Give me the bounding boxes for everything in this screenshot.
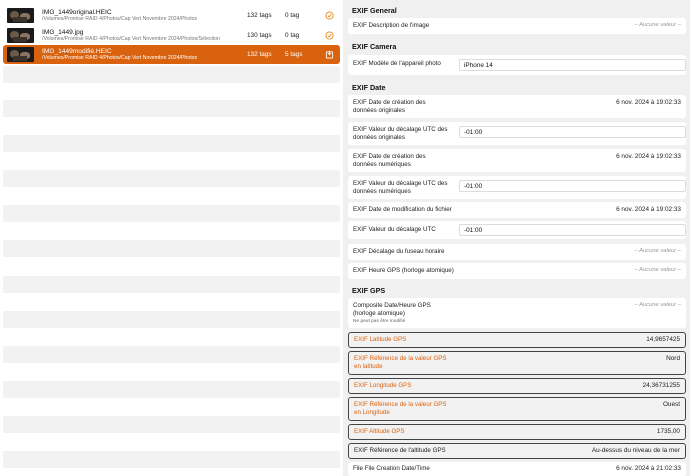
exif-editor-pane: EXIF General EXIF Description de l'image…	[343, 0, 690, 476]
field-label: EXIF Date de modification du fichier	[353, 206, 452, 213]
field-gps-latitude-ref[interactable]: EXIF Référence de la valeur GPS en latit…	[348, 351, 686, 375]
field-gps-longitude[interactable]: EXIF Longitude GPS 24,36731255	[348, 378, 686, 394]
empty-row	[3, 170, 340, 187]
empty-row	[3, 346, 340, 363]
empty-value: – Aucune valeur –	[634, 267, 681, 273]
empty-value: – Aucune valeur –	[634, 302, 681, 308]
file-path: /Volumes/Promise RAID 4/Photos/Cap Vert …	[42, 15, 198, 22]
field-gps-latitude[interactable]: EXIF Latitude GPS 14,9657425	[348, 332, 686, 348]
empty-value: – Aucune valeur –	[634, 22, 681, 28]
empty-row	[3, 381, 340, 398]
field-camera-model[interactable]: EXIF Modèle de l'appareil photo iPhone 1…	[348, 55, 686, 75]
empty-row	[3, 416, 340, 433]
file-name: IMG_1449modifié.HEIC	[42, 47, 112, 55]
field-label: EXIF Heure GPS (horloge atomique)	[353, 267, 454, 274]
photo-thumbnail	[7, 8, 34, 23]
field-value: 24,36731255	[642, 382, 680, 389]
field-label: EXIF Valeur du décalage UTC des données …	[353, 180, 448, 195]
utc-offset-input[interactable]: -01:00	[459, 224, 686, 236]
field-label: EXIF Date de création des données origin…	[353, 99, 426, 114]
field-label: EXIF Valeur du décalage UTC	[353, 226, 436, 233]
save-icon[interactable]	[323, 49, 335, 61]
photo-thumbnail	[7, 28, 34, 43]
field-gps-altitude-ref[interactable]: EXIF Référence de l'altitude GPS Au-dess…	[348, 443, 686, 459]
check-circle-icon	[323, 10, 335, 22]
field-gps-altitude[interactable]: EXIF Altitude GPS 1735,00	[348, 424, 686, 440]
empty-row	[3, 66, 340, 83]
field-value: 14,9657425	[646, 336, 680, 343]
tag-count: 130 tags	[247, 32, 272, 39]
file-name: IMG_1449original.HEIC	[42, 8, 112, 16]
empty-row	[3, 451, 340, 468]
section-title-general: EXIF General	[352, 6, 397, 15]
field-utc-offset[interactable]: EXIF Valeur du décalage UTC -01:00	[348, 221, 686, 239]
field-label: EXIF Modèle de l'appareil photo	[353, 60, 441, 67]
file-row-1[interactable]: IMG_1449original.HEIC /Volumes/Promise R…	[3, 6, 340, 25]
field-label: EXIF Latitude GPS	[354, 336, 407, 343]
field-label: EXIF Valeur du décalage UTC des données …	[353, 126, 448, 141]
empty-row	[3, 100, 340, 117]
tag-count: 132 tags	[247, 51, 272, 58]
section-title-gps: EXIF GPS	[352, 286, 386, 295]
field-label: EXIF Décalage du fuseau horaire	[353, 248, 445, 255]
field-label: EXIF Référence de l'altitude GPS	[354, 447, 446, 454]
empty-row	[3, 135, 340, 152]
tag-count: 132 tags	[247, 12, 272, 19]
field-label: EXIF Référence de la valeur GPS en latit…	[354, 355, 447, 370]
field-label: EXIF Référence de la valeur GPS en Longi…	[354, 401, 447, 416]
field-file-modified-date[interactable]: EXIF Date de modification du fichier 6 n…	[348, 202, 686, 218]
field-value: 6 nov. 2024 à 21:02:33	[616, 465, 681, 472]
field-label: File File Creation Date/Time	[353, 465, 430, 472]
file-name: IMG_1449.jpg	[42, 28, 84, 36]
field-value: Ouest	[662, 401, 680, 408]
field-date-original[interactable]: EXIF Date de création des données origin…	[348, 95, 686, 118]
file-path: /Volumes/Promise RAID 4/Photos/Cap Vert …	[42, 54, 198, 61]
empty-value: – Aucune valeur –	[634, 248, 681, 254]
field-composite-gps-datetime: Composite Date/Heure GPS (horloge atomiq…	[348, 298, 686, 328]
file-path: /Volumes/Promise RAID 4/Photos/Cap Vert …	[42, 35, 220, 42]
field-value: Nord	[666, 355, 680, 362]
section-title-camera: EXIF Camera	[352, 42, 397, 51]
field-date-digitized[interactable]: EXIF Date de création des données numéri…	[348, 149, 686, 172]
camera-model-input[interactable]: iPhone 14	[459, 59, 686, 71]
read-only-note: Ne peut pas être modifié	[353, 319, 406, 324]
field-utc-offset-digitized[interactable]: EXIF Valeur du décalage UTC des données …	[348, 176, 686, 199]
field-description[interactable]: EXIF Description de l'image – Aucune val…	[348, 18, 686, 34]
check-circle-icon	[323, 30, 335, 42]
field-gps-time[interactable]: EXIF Heure GPS (horloge atomique) – Aucu…	[348, 263, 686, 279]
field-timezone-offset[interactable]: EXIF Décalage du fuseau horaire – Aucune…	[348, 244, 686, 260]
photo-thumbnail	[7, 47, 34, 62]
empty-row	[3, 311, 340, 328]
field-value: 6 nov. 2024 à 19:02:33	[616, 206, 681, 213]
field-value: Au-dessus du niveau de la mer	[591, 447, 680, 454]
modified-tag-count: 5 tags	[285, 51, 303, 58]
utc-offset-input[interactable]: -01:00	[459, 126, 686, 138]
empty-row	[3, 205, 340, 222]
utc-offset-input[interactable]: -01:00	[459, 180, 686, 192]
empty-row	[3, 240, 340, 257]
field-gps-longitude-ref[interactable]: EXIF Référence de la valeur GPS en Longi…	[348, 397, 686, 421]
file-row-2[interactable]: IMG_1449.jpg /Volumes/Promise RAID 4/Pho…	[3, 26, 340, 45]
file-row-3-selected[interactable]: IMG_1449modifié.HEIC /Volumes/Promise RA…	[3, 45, 340, 64]
modified-tag-count: 0 tag	[285, 32, 300, 39]
field-value: 6 nov. 2024 à 19:02:33	[616, 153, 681, 160]
field-label: EXIF Altitude GPS	[354, 428, 405, 435]
field-value: 1735,00	[656, 428, 680, 435]
modified-tag-count: 0 tag	[285, 12, 300, 19]
field-utc-offset-original[interactable]: EXIF Valeur du décalage UTC des données …	[348, 122, 686, 145]
field-file-creation-date[interactable]: File File Creation Date/Time 6 nov. 2024…	[348, 462, 686, 476]
section-title-date: EXIF Date	[352, 83, 386, 92]
field-label: EXIF Description de l'image	[353, 22, 430, 29]
field-label: EXIF Longitude GPS	[354, 382, 412, 389]
field-label: EXIF Date de création des données numéri…	[353, 153, 426, 168]
file-list-pane: IMG_1449original.HEIC /Volumes/Promise R…	[0, 0, 343, 476]
empty-row	[3, 276, 340, 293]
field-value: 6 nov. 2024 à 19:02:33	[616, 99, 681, 106]
field-label: Composite Date/Heure GPS (horloge atomiq…	[353, 302, 431, 317]
